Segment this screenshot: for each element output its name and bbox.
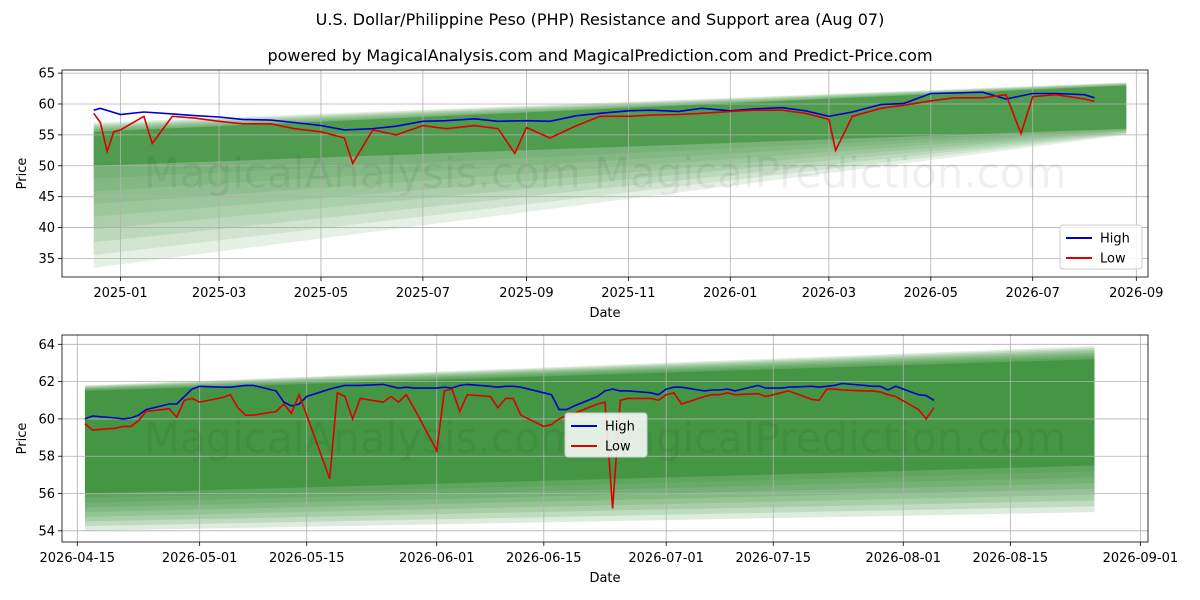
x-tick-label: 2026-04-15 — [40, 551, 116, 566]
x-tick-label: 2026-01 — [703, 286, 757, 301]
chart-panel-1: 2025-01 2025-03 2025-05 2025-07 2025-09 2025-… — [15, 67, 1163, 321]
x-tick-label: 2025-01 — [93, 286, 147, 301]
x-tick-label: 2025-09 — [499, 286, 553, 301]
y-tick-label: 35 — [38, 252, 55, 267]
charts-canvas: 2025-01 2025-03 2025-05 2025-07 2025-09 2025-… — [15, 67, 1179, 586]
y-tick-label: 58 — [38, 450, 55, 465]
watermark-text: MagicalAnalysis.com MagicalPrediction.co… — [144, 149, 1067, 198]
legend-label-low: Low — [1100, 252, 1126, 267]
y-tick-label: 62 — [38, 375, 55, 390]
x-tick-label: 2026-05-01 — [162, 551, 238, 566]
x-tick-label: 2026-08-15 — [973, 551, 1049, 566]
x-tick-label: 2026-08-01 — [865, 551, 941, 566]
x-tick-label: 2026-05-15 — [269, 551, 345, 566]
legend-label-low: Low — [605, 440, 631, 455]
y-tick-label: 65 — [38, 67, 55, 82]
y-tick-label: 64 — [38, 338, 55, 353]
x-tick-label: 2026-03 — [802, 286, 856, 301]
x-axis-label: Date — [589, 571, 620, 586]
x-tick-label: 2025-05 — [294, 286, 348, 301]
x-axis-label: Date — [589, 306, 620, 321]
x-tick-label: 2026-07 — [1006, 286, 1060, 301]
y-axis-label: Price — [15, 423, 30, 455]
x-tick-label: 2025-03 — [192, 286, 246, 301]
y-axis-label: Price — [15, 158, 30, 190]
x-tick-label: 2026-06-01 — [399, 551, 475, 566]
legend: High Low — [564, 412, 648, 458]
y-tick-label: 55 — [38, 128, 55, 143]
y-tick-label: 54 — [38, 524, 55, 539]
y-tick-label: 60 — [38, 97, 55, 112]
legend-label-high: High — [605, 420, 635, 435]
y-tick-label: 56 — [38, 487, 55, 502]
legend: High Low — [1059, 224, 1143, 270]
x-tick-label: 2025-07 — [396, 286, 450, 301]
legend-label-high: High — [1100, 232, 1130, 247]
x-tick-label: 2026-06-15 — [506, 551, 582, 566]
x-tick-label: 2025-11 — [601, 286, 655, 301]
y-tick-label: 45 — [38, 190, 55, 205]
x-tick-label: 2026-05 — [904, 286, 958, 301]
x-tick-label: 2026-09 — [1109, 286, 1163, 301]
y-tick-label: 60 — [38, 412, 55, 427]
x-tick-label: 2026-09-01 — [1103, 551, 1179, 566]
x-tick-label: 2026-07-15 — [735, 551, 811, 566]
y-tick-label: 40 — [38, 221, 55, 236]
chart-panel-2: 2026-04-15 2026-05-01 2026-05-15 2026-06-01… — [15, 334, 1179, 586]
y-tick-label: 50 — [38, 159, 55, 174]
x-tick-label: 2026-07-01 — [628, 551, 704, 566]
